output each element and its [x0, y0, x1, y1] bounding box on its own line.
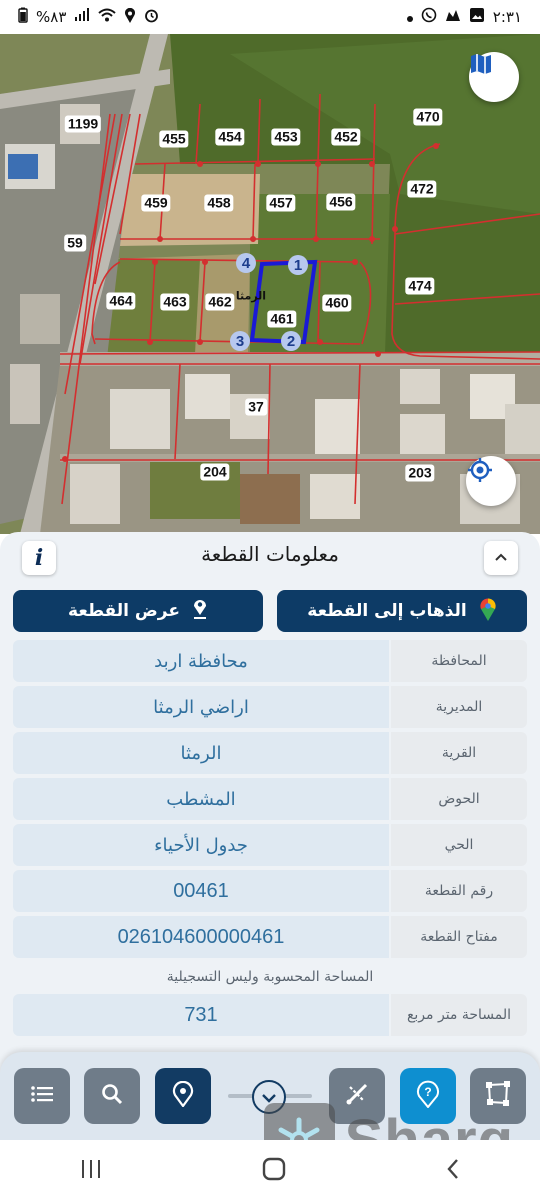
- field-label: المديرية: [391, 686, 527, 728]
- parcel-label[interactable]: 452: [331, 128, 361, 146]
- field-directorate: المديرية اراضي الرمثا: [13, 686, 527, 728]
- field-value: 026104600000461: [13, 916, 389, 958]
- map-view[interactable]: 1199 455 454 453 452 470 459 458 457 456…: [0, 34, 540, 534]
- whatsapp-icon: [421, 7, 437, 27]
- collapse-button[interactable]: [484, 541, 518, 575]
- field-label: الحي: [391, 824, 527, 866]
- dot-icon: [406, 8, 413, 26]
- status-bar: %٨٣ ٢:٣١: [0, 0, 540, 34]
- layers-list-button[interactable]: [14, 1068, 70, 1124]
- wifi-icon: [98, 8, 117, 26]
- basemap-toggle-button[interactable]: [469, 52, 519, 102]
- field-value: جدول الأحياء: [13, 824, 389, 866]
- parcel-label[interactable]: 464: [106, 292, 136, 310]
- search-icon: [100, 1082, 124, 1110]
- field-label: مفتاح القطعة: [391, 916, 527, 958]
- field-value: 00461: [13, 870, 389, 912]
- field-label: المساحة متر مربع: [391, 994, 527, 1036]
- area-note: المساحة المحسوبة وليس التسجيلية: [166, 969, 374, 985]
- field-value: المشطب: [13, 778, 389, 820]
- clock-time: ٢:٣١: [492, 8, 522, 26]
- parcel-fields: المحافظة محافظة اربد المديرية اراضي الرم…: [13, 640, 527, 1040]
- parcel-label[interactable]: 456: [326, 193, 356, 211]
- battery-icon: [18, 7, 28, 27]
- parcel-label[interactable]: 457: [266, 194, 296, 212]
- field-value: الرمثا: [13, 732, 389, 774]
- location-icon: [124, 7, 136, 27]
- field-parcel-number: رقم القطعة 00461: [13, 870, 527, 912]
- parcel-label[interactable]: 474: [405, 277, 435, 295]
- corner-marker: 1: [288, 255, 308, 275]
- map-layer: [0, 34, 540, 534]
- village-label: الرمثا: [235, 289, 267, 303]
- status-right: ٢:٣١: [406, 7, 522, 27]
- location-pin-icon: [192, 598, 208, 625]
- chevron-up-icon: [494, 550, 508, 566]
- field-value: اراضي الرمثا: [13, 686, 389, 728]
- corner-marker: 3: [230, 331, 250, 351]
- battery-percent: %٨٣: [36, 8, 67, 26]
- field-label: المحافظة: [391, 640, 527, 682]
- google-maps-pin-icon: [479, 597, 497, 626]
- parcel-info-panel: i معلومات القطعة الذهاب إلى القطعة عرض ا…: [0, 532, 540, 1092]
- my-location-button[interactable]: [466, 456, 516, 506]
- field-label: القرية: [391, 732, 527, 774]
- signal-icon: [74, 8, 90, 26]
- field-basin: الحوض المشطب: [13, 778, 527, 820]
- road-label: 203: [405, 464, 435, 482]
- parcel-label[interactable]: 459: [141, 194, 171, 212]
- list-icon: [30, 1085, 54, 1107]
- corner-marker: 2: [281, 331, 301, 351]
- field-label: الحوض: [391, 778, 527, 820]
- parcel-label-selected[interactable]: 461: [267, 310, 297, 328]
- goto-label: الذهاب إلى القطعة: [307, 601, 467, 621]
- show-label: عرض القطعة: [68, 601, 180, 621]
- field-governorate: المحافظة محافظة اربد: [13, 640, 527, 682]
- show-parcel-button[interactable]: عرض القطعة: [13, 590, 263, 632]
- search-button[interactable]: [84, 1068, 140, 1124]
- field-village: القرية الرمثا: [13, 732, 527, 774]
- parcel-label[interactable]: 455: [159, 130, 189, 148]
- field-label: رقم القطعة: [391, 870, 527, 912]
- home-icon[interactable]: [261, 1156, 287, 1188]
- goto-parcel-button[interactable]: الذهاب إلى القطعة: [277, 590, 527, 632]
- parcel-label[interactable]: 463: [160, 293, 190, 311]
- parcel-label[interactable]: 472: [407, 180, 437, 198]
- gallery-icon: [469, 7, 485, 27]
- system-nav-bar: [0, 1140, 540, 1204]
- road-label: 59: [64, 234, 86, 252]
- panel-title: معلومات القطعة: [201, 542, 339, 566]
- notification-icon: [445, 8, 461, 26]
- recent-apps-icon[interactable]: [79, 1158, 103, 1186]
- road-label: 37: [245, 398, 267, 416]
- parcel-label[interactable]: 453: [271, 128, 301, 146]
- field-parcel-key: مفتاح القطعة 026104600000461: [13, 916, 527, 958]
- field-neighborhood: الحي جدول الأحياء: [13, 824, 527, 866]
- parcel-label[interactable]: 462: [205, 293, 235, 311]
- corner-marker: 4: [236, 253, 256, 273]
- parcel-label[interactable]: 458: [204, 194, 234, 212]
- parcel-label[interactable]: 460: [322, 294, 352, 312]
- status-left: %٨٣: [18, 7, 159, 27]
- parcel-locate-button[interactable]: [155, 1068, 211, 1124]
- parcel-label[interactable]: 454: [215, 128, 245, 146]
- panel-header: i معلومات القطعة: [0, 532, 540, 582]
- field-value: 731: [13, 994, 389, 1036]
- alarm-icon: [144, 8, 159, 27]
- field-area: المساحة متر مربع 731: [13, 994, 527, 1036]
- road-label: 1199: [64, 115, 102, 133]
- road-label: 204: [200, 463, 230, 481]
- field-value: محافظة اربد: [13, 640, 389, 682]
- svg-text:?: ?: [424, 1085, 431, 1099]
- back-icon[interactable]: [445, 1157, 461, 1187]
- parcel-label[interactable]: 470: [413, 108, 443, 126]
- location-pin-icon: [171, 1080, 195, 1111]
